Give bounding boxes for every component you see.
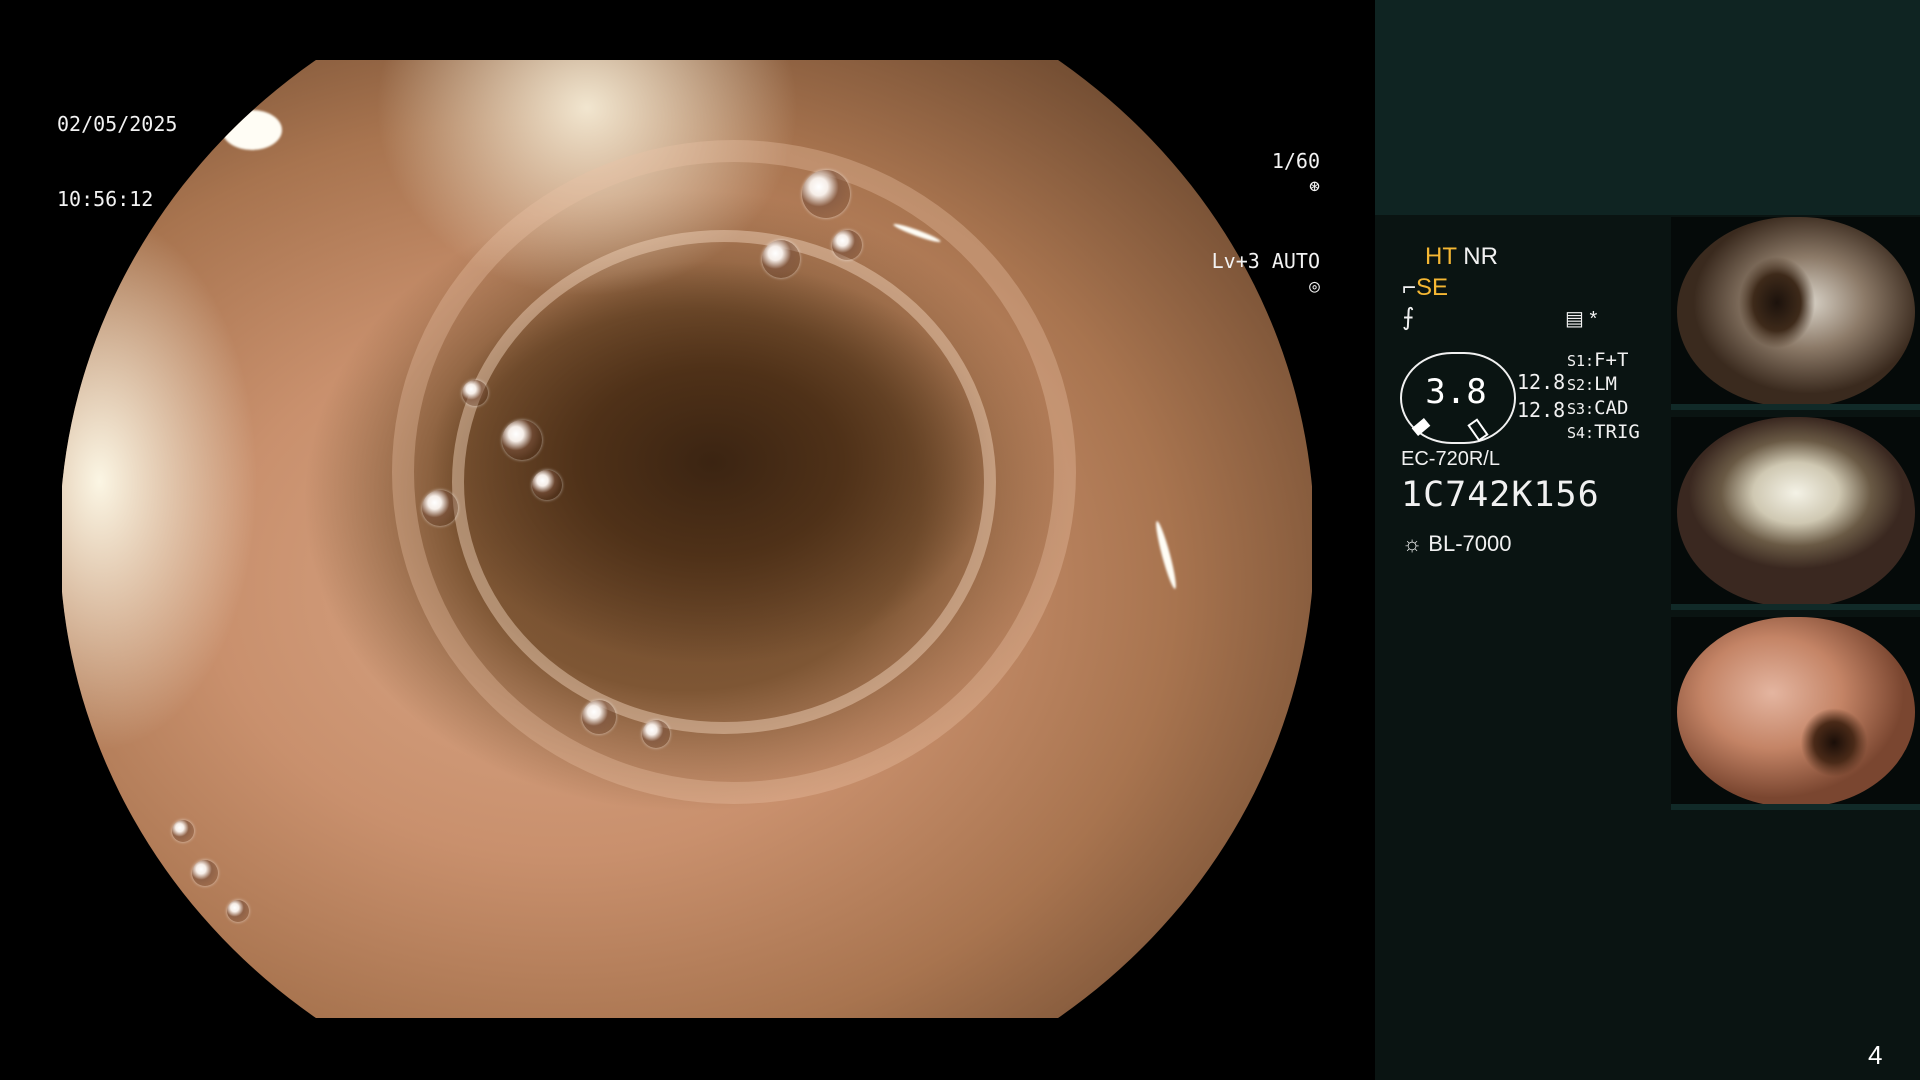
switch-s4: S4:TRIG [1567, 421, 1640, 443]
iris-icon: ◎ [1309, 276, 1320, 297]
scope-model: EC-720R/L [1401, 448, 1500, 470]
value-bottom: 12.8 [1517, 398, 1566, 422]
light-icon: ☼ [1402, 531, 1423, 556]
thumbnail-1[interactable] [1671, 217, 1920, 410]
light-source: ☼ BL-7000 [1402, 531, 1511, 557]
switch-s3: S3:CAD [1567, 397, 1629, 419]
nr-label: NR [1463, 243, 1498, 270]
info-panel-header [1375, 0, 1920, 215]
thumbnail-2[interactable] [1671, 417, 1920, 610]
switch-s2: S2:LM [1567, 373, 1617, 395]
shutter-icon: ⊛ [1309, 176, 1320, 197]
asterisk-mark: * [1589, 308, 1598, 330]
endoscope-live-image [62, 60, 1312, 1018]
value-top: 12.8 [1517, 370, 1566, 394]
switch-s1: S1:F+T [1567, 349, 1629, 371]
brightness-level: Lv+3 AUTO [1211, 249, 1320, 273]
light-source-label: BL-7000 [1428, 531, 1512, 556]
ht-label: HT [1425, 243, 1457, 270]
exposure-settings: 1/60 ⊛ Lv+3 AUTO ◎ [1175, 99, 1320, 324]
gamma-curve-icon: ⨍ [1402, 304, 1415, 331]
memo-icon: ▤ [1565, 308, 1584, 330]
dial-value: 3.8 [1425, 372, 1487, 412]
se-label: SE [1416, 274, 1449, 301]
date-text: 02/05/2025 [57, 112, 178, 136]
scope-tip-icon: ⌐ [1402, 274, 1417, 301]
structure-enhancement: ⌐SE [1402, 274, 1448, 302]
time-text: 10:56:12 [57, 187, 154, 211]
shutter-speed: 1/60 [1271, 149, 1320, 173]
thumbnail-3[interactable] [1671, 617, 1920, 810]
date-time-display: 02/05/2025 10:56:12 [57, 62, 177, 237]
memo-indicator: ▤ * [1565, 306, 1597, 331]
enhancement-mode: HT NR [1425, 243, 1498, 271]
page-number: 4 [1868, 1040, 1883, 1070]
scope-serial: 1C742K156 [1401, 475, 1600, 515]
